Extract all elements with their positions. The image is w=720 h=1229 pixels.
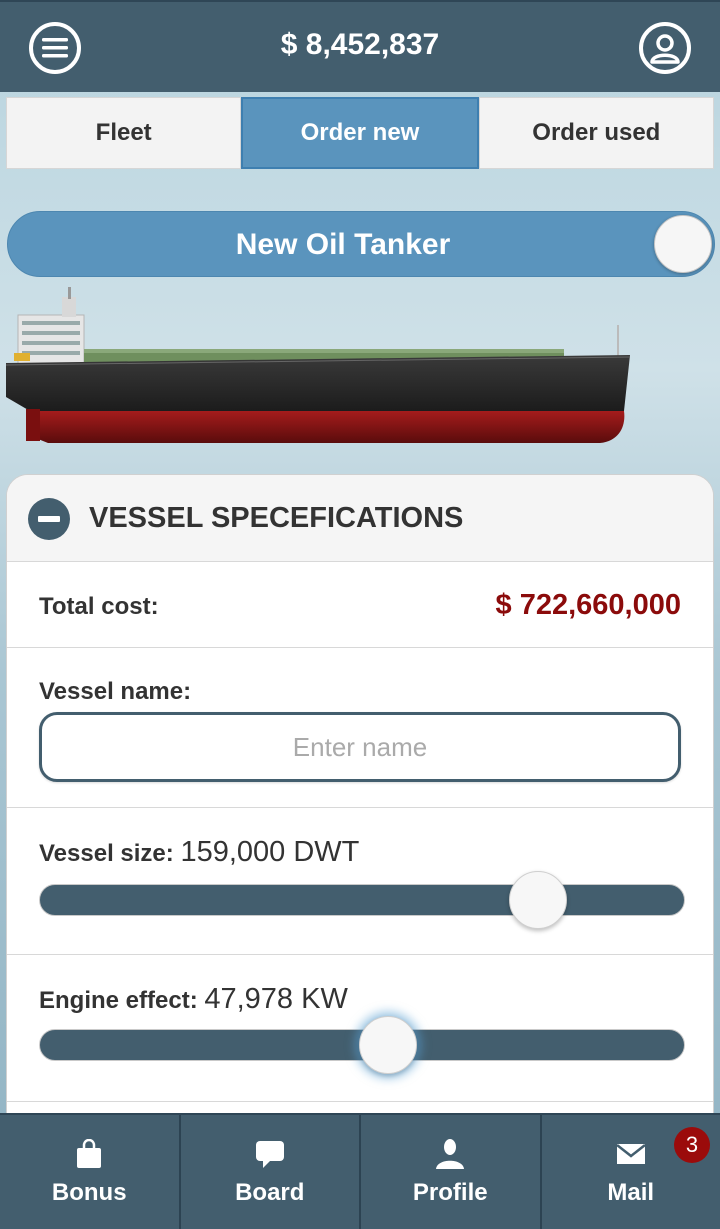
tab-order-new[interactable]: Order new [241,97,479,169]
vessel-size-slider[interactable] [39,884,685,916]
engine-effect-slider-thumb[interactable] [359,1016,418,1074]
top-bar: $ 8,452,837 [0,0,720,92]
engine-effect-row: Engine effect: 47,978 KW [7,955,713,1102]
tab-bar: Fleet Order new Order used [6,97,714,169]
collapse-icon[interactable] [28,498,70,540]
tab-fleet[interactable]: Fleet [6,97,242,169]
vessel-size-label: Vessel size: [39,840,174,867]
vessel-size-label-wrap: Vessel size: 159,000 DWT [39,836,359,869]
vessel-specs-panel: VESSEL SPECEFICATIONS Total cost: $ 722,… [6,474,714,1124]
tab-order-used[interactable]: Order used [478,97,714,169]
vessel-size-slider-thumb[interactable] [509,871,568,929]
account-button[interactable] [639,22,691,74]
bottom-nav: Bonus Board Profile Mail 3 [0,1113,720,1229]
balance-display: $ 8,452,837 [280,28,440,61]
vessel-name-row: Vessel name: [7,648,713,808]
vessel-size-value: 159,000 DWT [180,836,360,868]
vessel-name-label: Vessel name: [39,678,192,705]
shopping-bag-icon [77,1139,102,1168]
vessel-type-label: New Oil Tanker [235,228,451,261]
specs-header[interactable]: VESSEL SPECEFICATIONS [7,475,713,562]
nav-bonus[interactable]: Bonus [0,1115,181,1229]
engine-effect-label: Engine effect: [39,987,198,1014]
engine-effect-value: 47,978 KW [204,983,348,1015]
engine-effect-label-wrap: Engine effect: 47,978 KW [39,983,348,1016]
vessel-type-toggle[interactable]: New Oil Tanker [7,211,715,277]
oil-tanker-image [5,287,631,443]
nav-bonus-label: Bonus [51,1179,127,1206]
mail-count-badge: 3 [674,1127,710,1163]
nav-board-label: Board [235,1179,305,1206]
nav-mail[interactable]: Mail 3 [542,1115,720,1229]
nav-profile-label: Profile [412,1179,488,1206]
total-cost-label: Total cost: [39,593,159,620]
specs-title: VESSEL SPECEFICATIONS [89,502,464,534]
toggle-knob[interactable] [654,215,712,273]
nav-mail-label: Mail [607,1179,655,1206]
chat-bubble-icon [255,1141,284,1168]
total-cost-row: Total cost: $ 722,660,000 [7,562,713,648]
vessel-size-row: Vessel size: 159,000 DWT [7,808,713,955]
vessel-name-input[interactable] [39,712,681,782]
envelope-icon [615,1144,646,1164]
nav-profile[interactable]: Profile [361,1115,542,1229]
user-icon [650,34,680,64]
person-icon [436,1139,465,1169]
total-cost-value: $ 722,660,000 [495,589,681,621]
nav-board[interactable]: Board [181,1115,361,1229]
